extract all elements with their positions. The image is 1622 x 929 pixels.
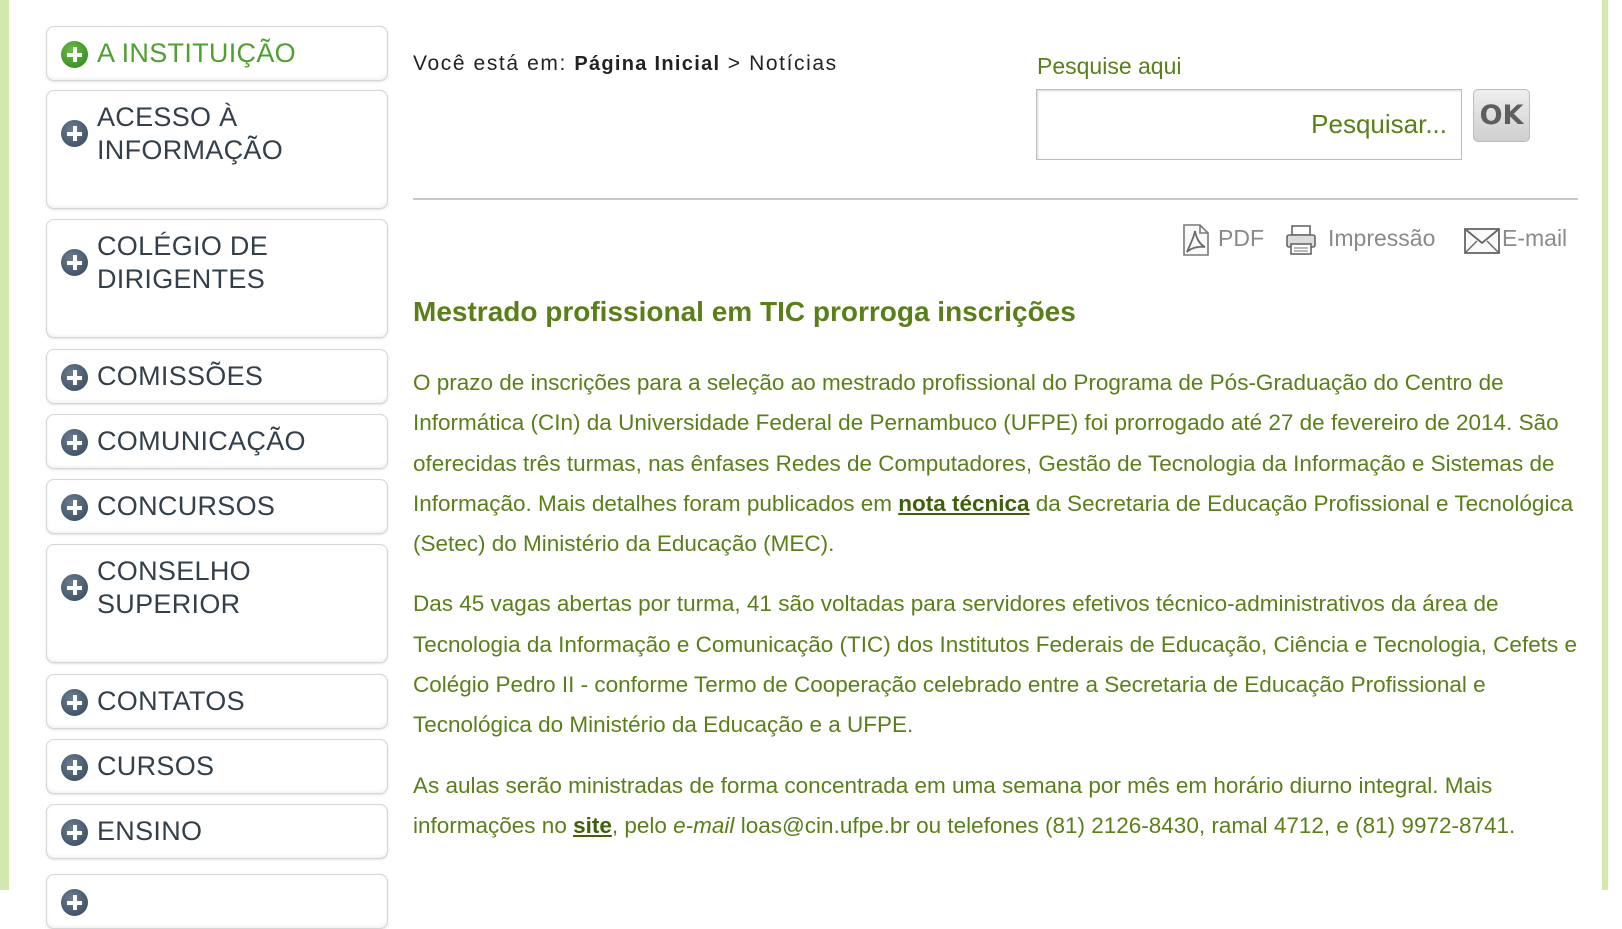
article-paragraph-3: As aulas serão ministradas de forma conc…: [413, 766, 1583, 847]
print-label: Impressão: [1328, 225, 1436, 251]
sidebar-item-concursos[interactable]: CONCURSOS: [46, 479, 388, 534]
sidebar-item-comunicacao[interactable]: COMUNICAÇÃO: [46, 414, 388, 469]
article-title: Mestrado profissional em TIC prorroga in…: [413, 296, 1076, 327]
sidebar-item-label: A INSTITUIÇÃO: [97, 38, 296, 68]
article-body: O prazo de inscrições para a seleção ao …: [413, 363, 1583, 866]
pdf-label: PDF: [1218, 225, 1264, 251]
article-paragraph-1: O prazo de inscrições para a seleção ao …: [413, 363, 1583, 564]
breadcrumb-separator: >: [727, 52, 742, 75]
plus-circle-icon: [61, 889, 88, 916]
email-emphasis: e-mail: [673, 812, 735, 838]
content-divider: [413, 198, 1578, 200]
paragraph-text: loas@cin.ufpe.br ou telefones (81) 2126-…: [734, 812, 1516, 838]
plus-circle-icon: [61, 689, 88, 716]
article-paragraph-2: Das 45 vagas abertas por turma, 41 são v…: [413, 591, 1577, 738]
pdf-icon: [1183, 224, 1209, 256]
sidebar-item-label: ACESSO À INFORMAÇÃO: [97, 102, 284, 165]
paragraph-text: , pelo: [611, 812, 674, 838]
sidebar-item-acesso-informacao[interactable]: ACESSO À INFORMAÇÃO: [46, 90, 388, 209]
breadcrumb-current: Notícias: [749, 52, 838, 75]
sidebar-item-conselho-superior[interactable]: CONSELHO SUPERIOR: [46, 544, 388, 663]
plus-circle-icon: [61, 120, 88, 147]
sidebar-item-contatos[interactable]: CONTATOS: [46, 674, 388, 729]
plus-circle-icon: [61, 249, 88, 276]
plus-circle-icon: [61, 819, 88, 846]
search-ok-button[interactable]: OK: [1473, 89, 1530, 142]
email-label: E-mail: [1502, 225, 1568, 251]
printer-icon: [1286, 225, 1316, 255]
plus-circle-icon: [61, 41, 88, 68]
sidebar-item-label: COMUNICAÇÃO: [97, 426, 306, 456]
sidebar-item-label: CURSOS: [97, 751, 215, 781]
breadcrumb-home-link[interactable]: Página Inicial: [574, 53, 720, 75]
sidebar-item-partial[interactable]: [46, 874, 388, 929]
plus-circle-icon: [61, 429, 88, 456]
sidebar-item-label: CONSELHO SUPERIOR: [97, 556, 251, 619]
search-label: Pesquise aqui: [1037, 53, 1182, 79]
sidebar-item-ensino[interactable]: ENSINO: [46, 804, 388, 859]
sidebar-item-label: CONCURSOS: [97, 491, 276, 521]
sidebar-item-label: COMISSÕES: [97, 361, 264, 391]
plus-circle-icon: [61, 364, 88, 391]
envelope-icon: [1464, 228, 1500, 254]
plus-circle-icon: [61, 754, 88, 781]
sidebar-item-label: ENSINO: [97, 816, 203, 846]
sidebar-item-label: COLÉGIO DE DIRIGENTES: [97, 231, 269, 294]
search-input[interactable]: [1036, 89, 1462, 160]
plus-circle-icon: [61, 494, 88, 521]
sidebar-item-colegio-dirigentes[interactable]: COLÉGIO DE DIRIGENTES: [46, 219, 388, 338]
left-frame-border: [0, 0, 9, 890]
sidebar-item-cursos[interactable]: CURSOS: [46, 739, 388, 794]
sidebar-item-comissoes[interactable]: COMISSÕES: [46, 349, 388, 404]
sidebar-item-a-instituicao[interactable]: A INSTITUIÇÃO: [46, 26, 388, 81]
breadcrumb-prefix: Você está em:: [413, 52, 567, 75]
sidebar-item-label: CONTATOS: [97, 686, 245, 716]
breadcrumb: Você está em: Página Inicial > Notícias: [413, 52, 838, 76]
right-frame-border: [1602, 0, 1608, 890]
nota-tecnica-link[interactable]: nota técnica: [898, 491, 1029, 516]
site-link[interactable]: site: [573, 813, 612, 838]
plus-circle-icon: [61, 574, 88, 601]
